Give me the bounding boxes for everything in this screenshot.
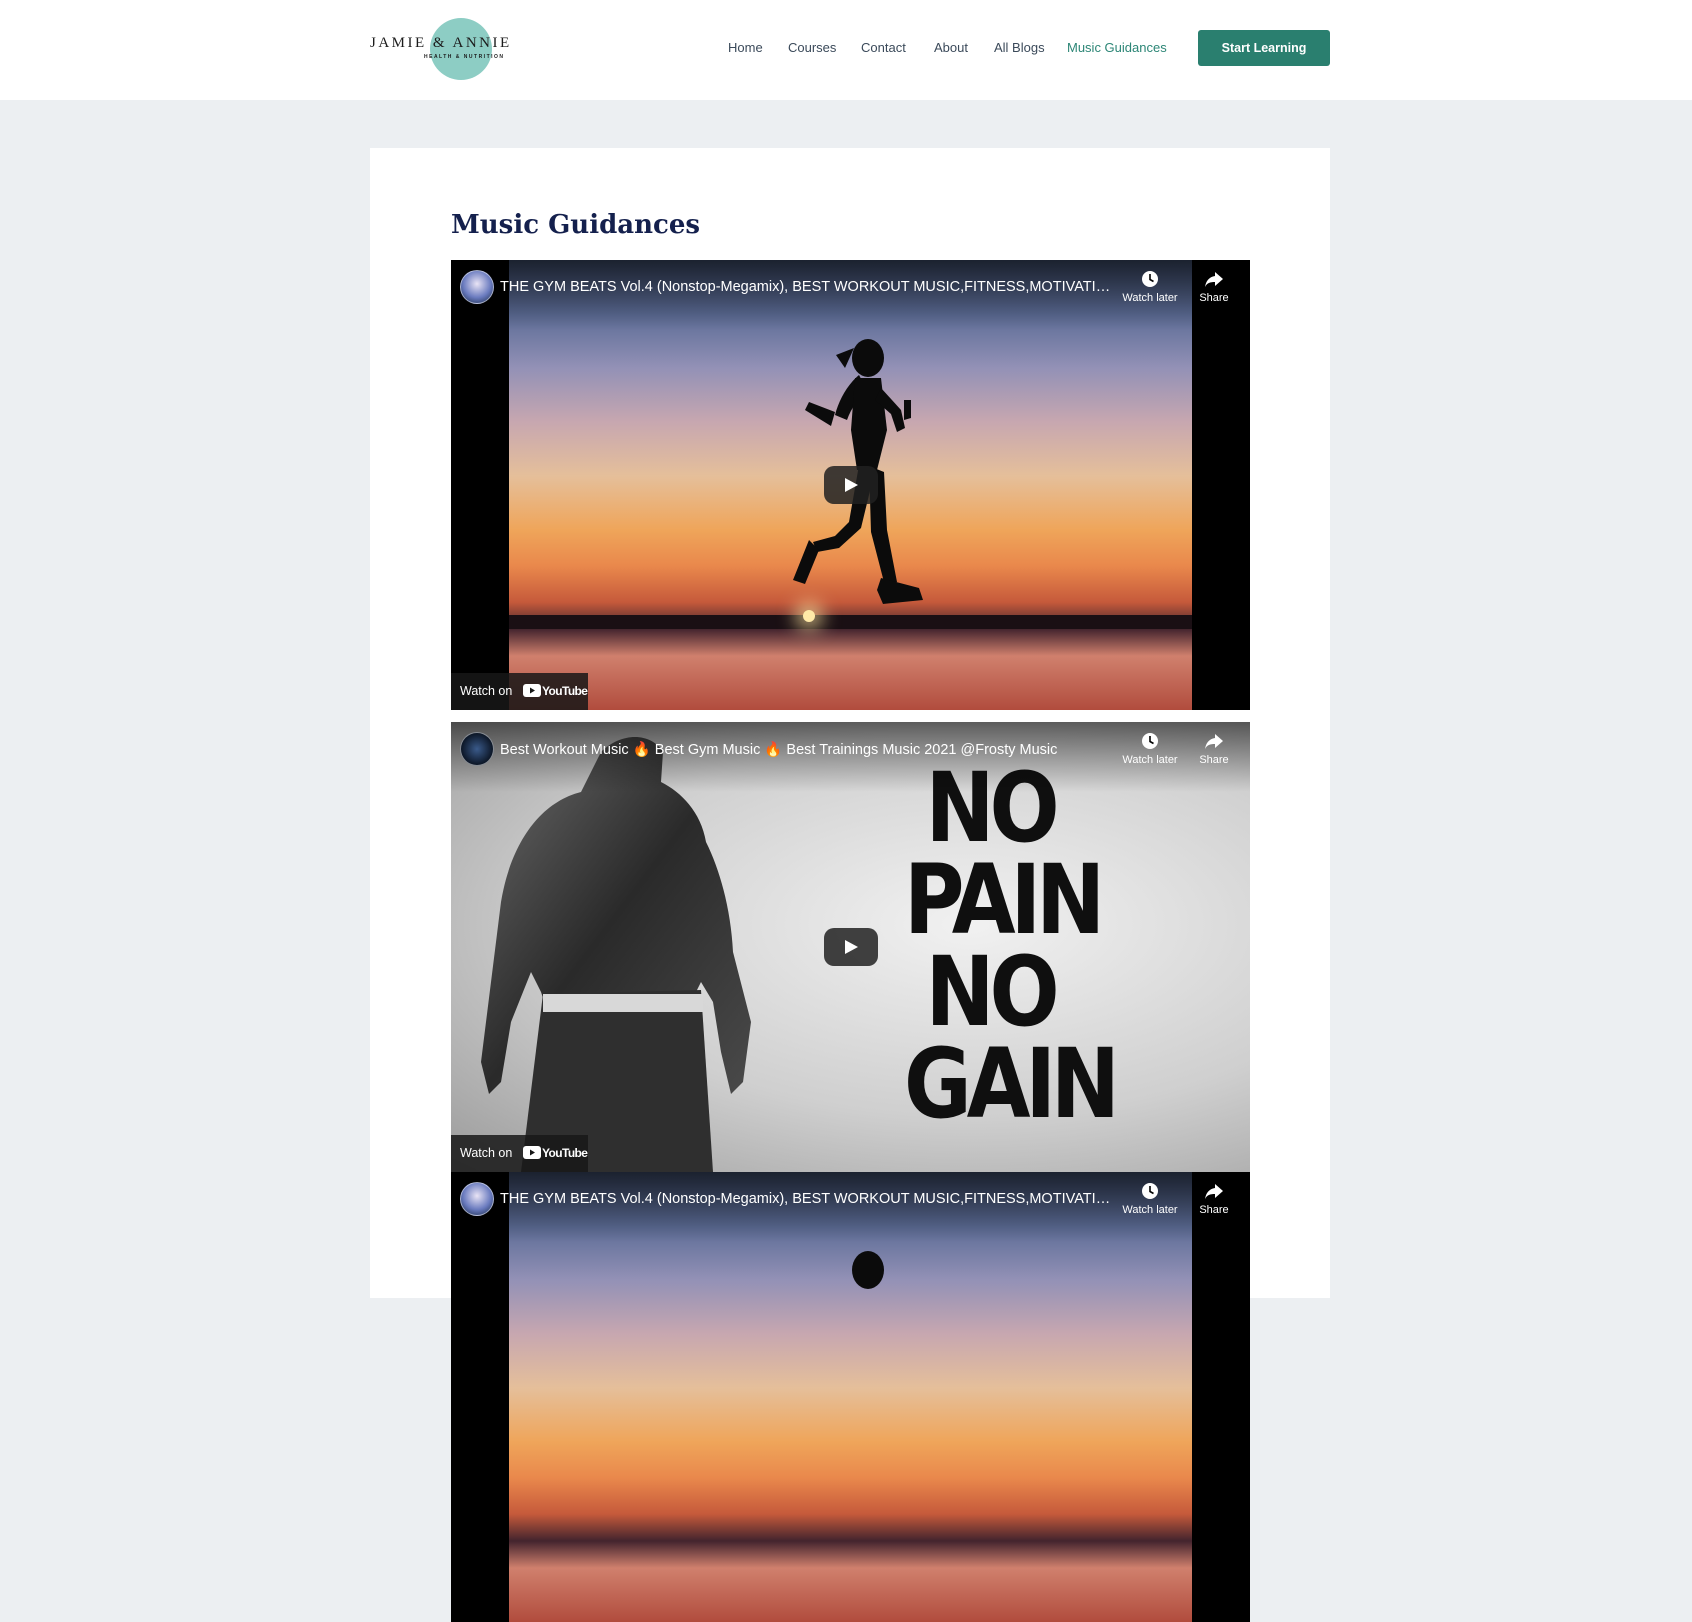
share-label: Share bbox=[1199, 292, 1229, 304]
nav-about[interactable]: About bbox=[934, 40, 968, 55]
share-arrow-icon bbox=[1205, 1184, 1223, 1199]
watch-later-label: Watch later bbox=[1122, 754, 1178, 766]
video-embed[interactable]: NO PAIN NO GAIN Best Workout Music 🔥 Bes… bbox=[451, 722, 1250, 1172]
nav-music-guidances[interactable]: Music Guidances bbox=[1067, 40, 1167, 55]
share-label: Share bbox=[1199, 1204, 1229, 1216]
video-title[interactable]: THE GYM BEATS Vol.4 (Nonstop-Megamix), B… bbox=[500, 279, 1120, 295]
nav-all-blogs[interactable]: All Blogs bbox=[994, 40, 1045, 55]
page-title: Music Guidances bbox=[451, 210, 701, 240]
thumbnail-slogan: NO PAIN NO GAIN bbox=[904, 752, 1120, 1140]
share-button[interactable]: Share bbox=[1184, 732, 1244, 766]
site-header: JAMIE & ANNIE HEALTH & NUTRITION Home Co… bbox=[0, 0, 1692, 100]
share-arrow-icon bbox=[1205, 272, 1223, 287]
start-learning-button[interactable]: Start Learning bbox=[1198, 30, 1330, 66]
channel-avatar[interactable] bbox=[460, 1182, 494, 1216]
watch-on-label: Watch on bbox=[460, 1146, 513, 1160]
video-embed[interactable]: THE GYM BEATS Vol.4 (Nonstop-Megamix), B… bbox=[451, 1172, 1250, 1622]
play-icon bbox=[845, 940, 858, 954]
video-embed[interactable]: THE GYM BEATS Vol.4 (Nonstop-Megamix), B… bbox=[451, 260, 1250, 710]
nav-courses[interactable]: Courses bbox=[788, 40, 836, 55]
watch-later-label: Watch later bbox=[1122, 1204, 1178, 1216]
play-button[interactable] bbox=[824, 466, 878, 504]
share-label: Share bbox=[1199, 754, 1229, 766]
youtube-logo-icon bbox=[523, 684, 541, 697]
clock-icon bbox=[1142, 733, 1158, 749]
watch-on-youtube-button[interactable]: Watch on YouTube bbox=[451, 673, 588, 710]
channel-avatar[interactable] bbox=[460, 270, 494, 304]
share-arrow-icon bbox=[1205, 734, 1223, 749]
nav-contact[interactable]: Contact bbox=[861, 40, 906, 55]
nav-home[interactable]: Home bbox=[728, 40, 763, 55]
channel-avatar[interactable] bbox=[460, 732, 494, 766]
youtube-wordmark: YouTube bbox=[542, 1146, 588, 1160]
watch-later-button[interactable]: Watch later bbox=[1120, 732, 1180, 766]
watch-on-youtube-button[interactable]: Watch on YouTube bbox=[451, 1135, 588, 1172]
watch-later-button[interactable]: Watch later bbox=[1120, 270, 1180, 304]
main-nav: Home Courses Contact About All Blogs Mus… bbox=[0, 40, 1692, 60]
youtube-logo-icon bbox=[523, 1146, 541, 1159]
share-button[interactable]: Share bbox=[1184, 270, 1244, 304]
play-button[interactable] bbox=[824, 928, 878, 966]
video-title[interactable]: THE GYM BEATS Vol.4 (Nonstop-Megamix), B… bbox=[500, 1191, 1120, 1207]
watch-later-label: Watch later bbox=[1122, 292, 1178, 304]
video-title[interactable]: Best Workout Music 🔥 Best Gym Music 🔥 Be… bbox=[500, 741, 1120, 758]
clock-icon bbox=[1142, 1183, 1158, 1199]
play-icon bbox=[845, 478, 858, 492]
share-button[interactable]: Share bbox=[1184, 1182, 1244, 1216]
youtube-wordmark: YouTube bbox=[542, 684, 588, 698]
watch-on-label: Watch on bbox=[460, 684, 513, 698]
watch-later-button[interactable]: Watch later bbox=[1120, 1182, 1180, 1216]
clock-icon bbox=[1142, 271, 1158, 287]
content-card: Music Guidances THE GYM BEATS Vol.4 (Non… bbox=[370, 148, 1330, 1622]
